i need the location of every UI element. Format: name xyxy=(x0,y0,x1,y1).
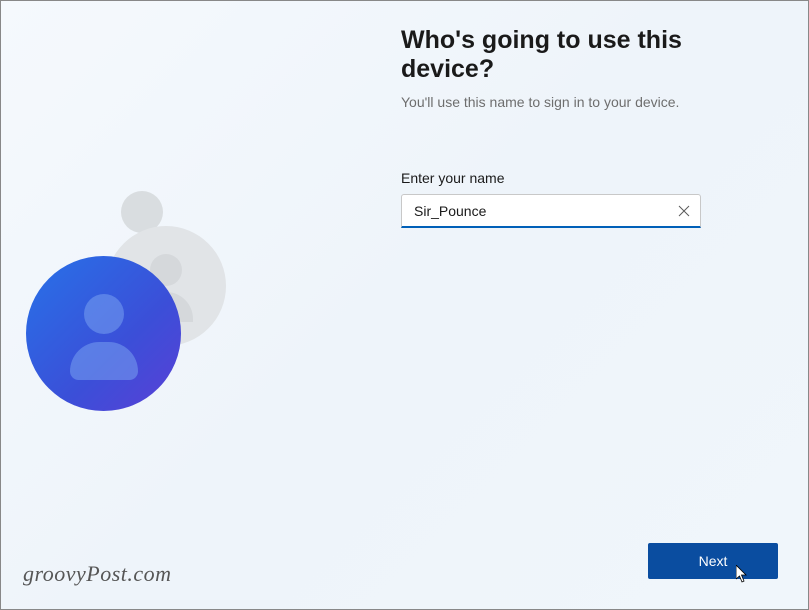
decorative-person-blue xyxy=(26,256,181,411)
name-input-wrapper xyxy=(401,194,701,228)
user-illustration xyxy=(26,191,276,471)
name-input-label: Enter your name xyxy=(401,170,771,186)
page-subtitle: You'll use this name to sign in to your … xyxy=(401,94,771,110)
watermark-text: groovyPost.com xyxy=(23,561,172,587)
close-icon xyxy=(678,205,690,217)
name-input[interactable] xyxy=(401,194,701,228)
setup-form: Who's going to use this device? You'll u… xyxy=(401,26,771,228)
clear-input-button[interactable] xyxy=(675,202,693,220)
next-button[interactable]: Next xyxy=(648,543,778,579)
page-title: Who's going to use this device? xyxy=(401,26,771,84)
